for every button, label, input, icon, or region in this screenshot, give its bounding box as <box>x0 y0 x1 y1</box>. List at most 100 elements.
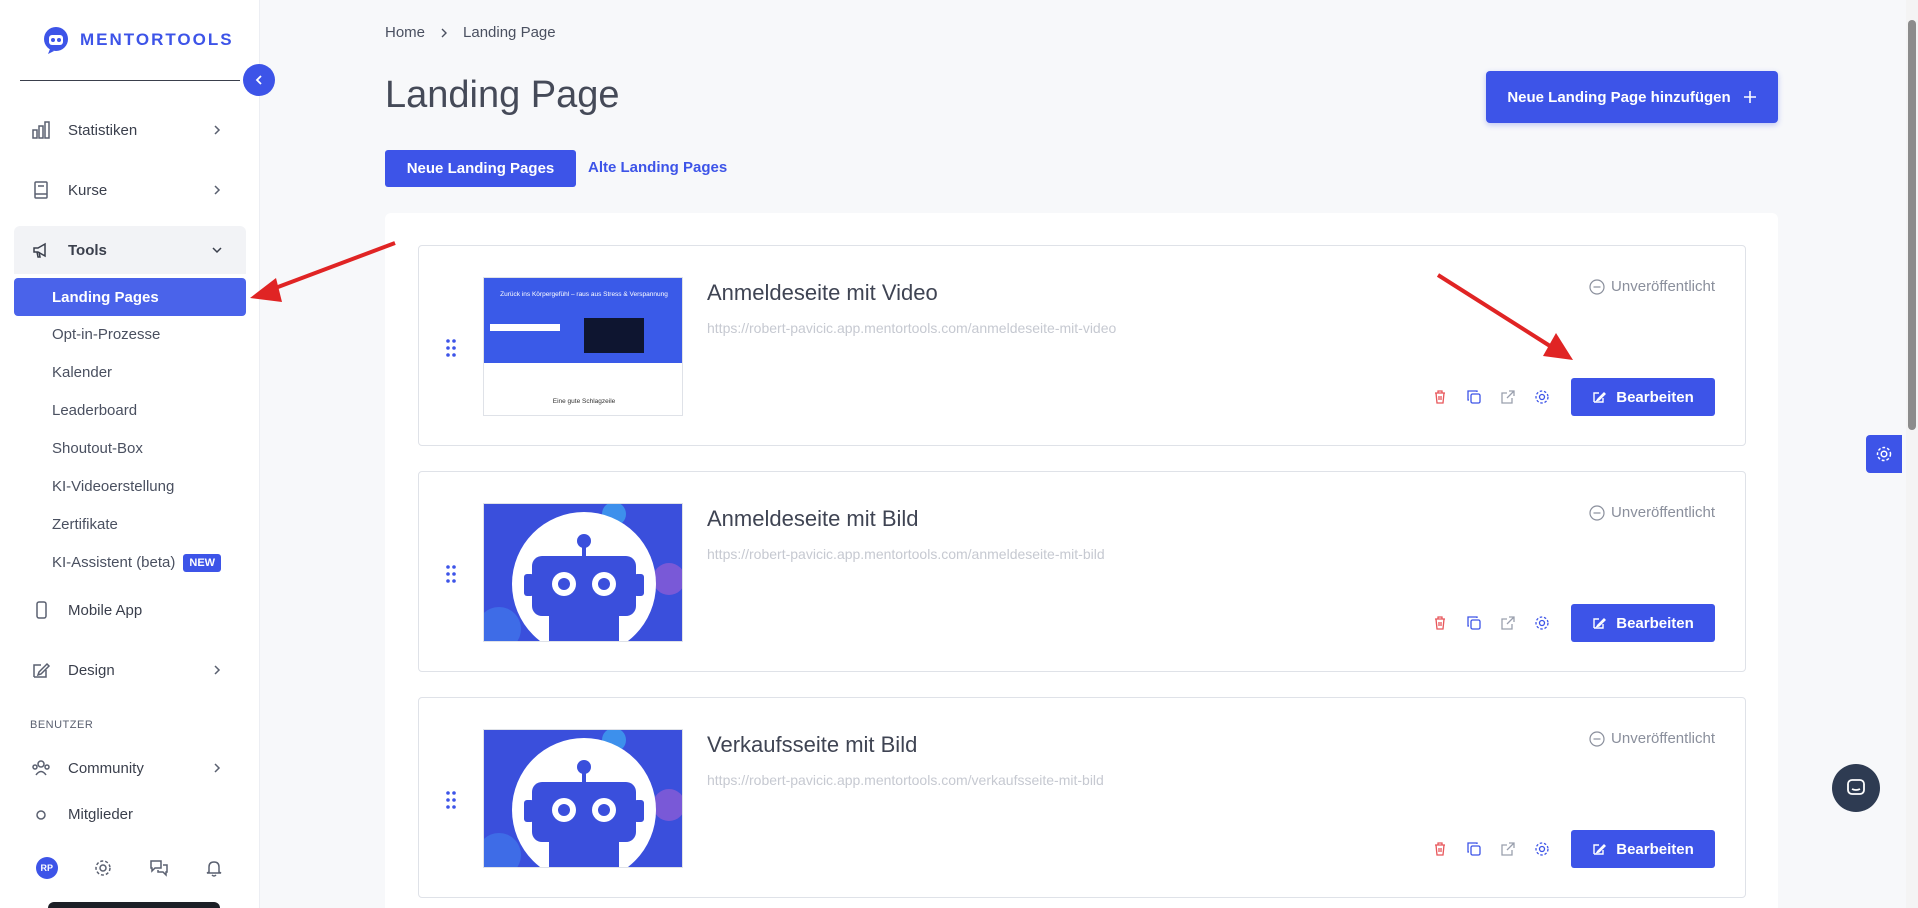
gear-icon[interactable] <box>1531 386 1553 408</box>
landing-page-url[interactable]: https://robert-pavicic.app.mentortools.c… <box>707 320 1116 336</box>
sidebar-item-tools[interactable]: Tools <box>14 226 246 274</box>
page-title: Landing Page <box>385 74 620 116</box>
minus-circle-icon <box>1589 278 1605 295</box>
trash-icon[interactable] <box>1429 386 1451 408</box>
sidebar-subitem-landing-pages[interactable]: Landing Pages <box>14 278 246 316</box>
annotation-arrow-sidebar <box>250 241 396 302</box>
breadcrumb-home[interactable]: Home <box>385 24 425 41</box>
landing-page-title[interactable]: Anmeldeseite mit Video <box>707 280 938 306</box>
status-badge: Unveröffentlicht <box>1589 730 1715 747</box>
sidebar-item-label: Kurse <box>68 181 108 199</box>
pencil-square-icon <box>30 659 52 681</box>
status-label: Unveröffentlicht <box>1611 504 1715 521</box>
sidebar-subitem-leaderboard[interactable]: Leaderboard <box>52 402 137 419</box>
sidebar-item-mobile-app[interactable]: Mobile App <box>14 586 246 634</box>
sidebar-item-label: Mobile App <box>68 601 143 619</box>
bell-icon[interactable] <box>204 858 224 878</box>
scrollbar[interactable] <box>1906 0 1918 908</box>
landing-page-url[interactable]: https://robert-pavicic.app.mentortools.c… <box>707 772 1104 788</box>
thumb-headline: Zurück ins Körpergefühl – raus aus Stres… <box>500 291 668 298</box>
plus-icon <box>1743 91 1756 103</box>
brand-logo[interactable]: MENTORTOOLS <box>40 24 234 56</box>
section-label-benutzer: BENUTZER <box>30 719 94 731</box>
landing-page-card: Anmeldeseite mit Bild https://robert-pav… <box>418 471 1746 672</box>
avatar[interactable]: RP <box>35 857 58 879</box>
status-badge: Unveröffentlicht <box>1589 278 1715 295</box>
drag-handle-icon[interactable] <box>445 564 457 584</box>
status-badge: Unveröffentlicht <box>1589 504 1715 521</box>
add-landing-page-button[interactable]: Neue Landing Page hinzufügen <box>1486 71 1778 123</box>
gear-icon <box>1876 446 1892 462</box>
sidebar-item-community[interactable]: Community <box>14 744 246 792</box>
sidebar-item-statistiken[interactable]: Statistiken <box>14 106 246 154</box>
edit-button[interactable]: Bearbeiten <box>1571 830 1715 868</box>
chat-widget-button[interactable] <box>1832 764 1880 812</box>
edit-label: Bearbeiten <box>1616 388 1694 406</box>
sidebar-subitem-shoutout-box[interactable]: Shoutout-Box <box>52 440 143 457</box>
copy-icon[interactable] <box>1463 612 1485 634</box>
sidebar-subitem-kalender[interactable]: Kalender <box>52 364 112 381</box>
gear-icon[interactable] <box>93 858 113 878</box>
chat-icon <box>1847 779 1865 795</box>
collapse-sidebar-button[interactable] <box>243 64 275 96</box>
external-link-icon[interactable] <box>1497 838 1519 860</box>
sidebar-subitem-ki-video[interactable]: KI-Videoerstellung <box>52 478 174 495</box>
sidebar-footer: RP <box>0 848 260 888</box>
settings-float-button[interactable] <box>1866 435 1902 473</box>
copy-icon[interactable] <box>1463 838 1485 860</box>
bottom-overlay-bar <box>48 902 220 908</box>
sidebar-item-design[interactable]: Design <box>14 646 246 694</box>
sidebar-item-label: Design <box>68 661 115 679</box>
landing-page-thumbnail[interactable]: Zurück ins Körpergefühl – raus aus Stres… <box>483 277 683 416</box>
trash-icon[interactable] <box>1429 838 1451 860</box>
tab-alte-landing-pages[interactable]: Alte Landing Pages <box>588 159 727 176</box>
user-icon <box>30 806 52 828</box>
external-link-icon[interactable] <box>1497 386 1519 408</box>
gear-icon[interactable] <box>1531 612 1553 634</box>
tab-neue-landing-pages[interactable]: Neue Landing Pages <box>385 150 576 187</box>
landing-page-thumbnail[interactable] <box>483 503 683 642</box>
chat-bubbles-icon[interactable] <box>149 858 169 878</box>
gear-icon[interactable] <box>1531 838 1553 860</box>
new-badge: NEW <box>183 554 222 573</box>
sidebar-item-label: Statistiken <box>68 121 138 139</box>
sidebar-subitem-label: Landing Pages <box>52 288 159 306</box>
sidebar-item-kurse[interactable]: Kurse <box>14 166 246 214</box>
sidebar-subitem-opt-in[interactable]: Opt-in-Prozesse <box>52 326 160 343</box>
smartphone-icon <box>30 599 52 621</box>
robot-illustration <box>484 504 682 641</box>
minus-circle-icon <box>1589 730 1605 747</box>
sidebar-item-label: Mitglieder <box>68 806 134 823</box>
book-icon <box>30 179 52 201</box>
sidebar-subitem-label: KI-Assistent (beta) <box>52 554 176 571</box>
sidebar-subitem-ki-assistent[interactable]: KI-Assistent (beta) NEW <box>52 554 222 573</box>
landing-page-thumbnail[interactable] <box>483 729 683 868</box>
minus-circle-icon <box>1589 504 1605 521</box>
add-button-label: Neue Landing Page hinzufügen <box>1507 88 1731 106</box>
chevron-right-icon <box>214 125 221 135</box>
sidebar-subitem-zertifikate[interactable]: Zertifikate <box>52 516 118 533</box>
trash-icon[interactable] <box>1429 612 1451 634</box>
brand-name: MENTORTOOLS <box>80 30 234 49</box>
edit-button[interactable]: Bearbeiten <box>1571 604 1715 642</box>
drag-handle-icon[interactable] <box>445 790 457 810</box>
sidebar-item-label: Community <box>68 759 144 777</box>
landing-page-url[interactable]: https://robert-pavicic.app.mentortools.c… <box>707 546 1105 562</box>
video-page-preview: Zurück ins Körpergefühl – raus aus Stres… <box>484 278 682 415</box>
edit-icon <box>1593 392 1607 403</box>
card-actions: Bearbeiten <box>1429 830 1715 868</box>
sidebar-item-label: Tools <box>68 241 107 259</box>
sidebar-item-mitglieder[interactable]: Mitglieder <box>14 806 246 830</box>
status-label: Unveröffentlicht <box>1611 278 1715 295</box>
edit-button[interactable]: Bearbeiten <box>1571 378 1715 416</box>
copy-icon[interactable] <box>1463 386 1485 408</box>
drag-handle-icon[interactable] <box>445 338 457 358</box>
chevron-right-icon <box>214 185 221 195</box>
external-link-icon[interactable] <box>1497 612 1519 634</box>
scrollbar-thumb[interactable] <box>1908 20 1916 430</box>
edit-label: Bearbeiten <box>1616 840 1694 858</box>
landing-page-title[interactable]: Anmeldeseite mit Bild <box>707 506 919 532</box>
card-actions: Bearbeiten <box>1429 378 1715 416</box>
landing-page-title[interactable]: Verkaufsseite mit Bild <box>707 732 917 758</box>
landing-page-card: Zurück ins Körpergefühl – raus aus Stres… <box>418 245 1746 446</box>
